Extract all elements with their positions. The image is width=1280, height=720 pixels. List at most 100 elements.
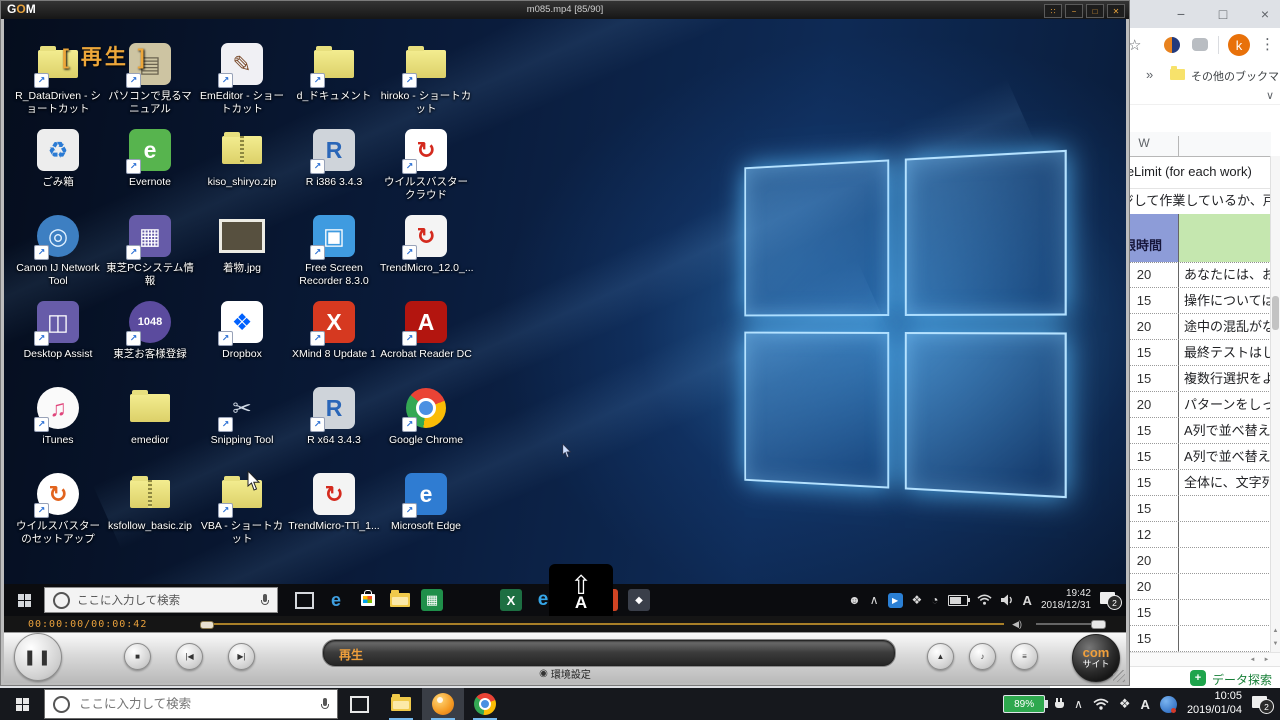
- sheet-cell-text[interactable]: A列で並べ替えする: [1184, 444, 1271, 469]
- shortcut-arrow-icon: ↗: [34, 417, 49, 432]
- taskbar-search-box[interactable]: [44, 689, 338, 719]
- notification-center-icon[interactable]: 2: [1252, 696, 1272, 712]
- sheet-cell-text[interactable]: 全体に、文字列の: [1184, 470, 1271, 495]
- sheet-cell-text[interactable]: [1184, 626, 1271, 651]
- sheet-cell-text[interactable]: [1184, 496, 1271, 521]
- chrome-taskbar-button[interactable]: [464, 688, 506, 720]
- sheet-cell-text[interactable]: [1184, 600, 1271, 625]
- next-button[interactable]: ▶|: [228, 643, 255, 670]
- desktop-icon-label: TrendMicro-TTi_1...: [288, 520, 379, 533]
- seek-handle[interactable]: [200, 621, 214, 629]
- gom-status-text: 再生: [339, 646, 363, 663]
- seek-bar[interactable]: [214, 623, 1004, 625]
- bookmark-star-icon[interactable]: ☆: [1128, 36, 1141, 54]
- file-explorer-icon: [387, 587, 413, 613]
- wifi-icon[interactable]: [1093, 698, 1109, 711]
- extension-chat-icon[interactable]: [1192, 38, 1208, 51]
- desktop-icon-label: ウイルスバスターのセットアップ: [12, 520, 104, 545]
- sheet-cell-text[interactable]: [1184, 574, 1271, 599]
- desktop-icon-label: emedior: [131, 434, 169, 447]
- scroll-left-icon[interactable]: ◄: [1247, 655, 1258, 665]
- gom-player-window: GOM m085.mp4 [85/90] ∷ − □ ✕ ↗ R_DataDri…: [0, 0, 1130, 686]
- eject-button[interactable]: ▲: [927, 643, 954, 670]
- gom-player-taskbar-button[interactable]: [422, 688, 464, 720]
- preferences-button[interactable]: ◉ 環境設定: [539, 666, 591, 681]
- gom-menu-button[interactable]: ∷: [1044, 4, 1062, 18]
- scrollbar-thumb[interactable]: [1272, 296, 1279, 330]
- desktop-icon: ↗ ksfollow_basic.zip: [104, 471, 196, 557]
- previous-button[interactable]: |◀: [176, 643, 203, 670]
- browser-maximize-button[interactable]: □: [1212, 4, 1234, 24]
- pause-button[interactable]: ❚❚: [14, 633, 62, 681]
- explore-icon[interactable]: +: [1190, 670, 1206, 686]
- scroll-down-icon[interactable]: ▼: [1271, 639, 1280, 650]
- extension-icon[interactable]: [1164, 37, 1180, 53]
- vertical-scrollbar[interactable]: ▲ ▼: [1270, 156, 1280, 652]
- desktop-icon-label: Snipping Tool: [211, 434, 274, 447]
- stop-button[interactable]: ■: [124, 643, 151, 670]
- search-input[interactable]: [77, 696, 321, 712]
- browser-menu-icon[interactable]: ⋮: [1260, 35, 1275, 53]
- file-explorer-button[interactable]: [380, 688, 422, 720]
- sheet-cell-text[interactable]: 複数行選択をより: [1184, 366, 1271, 391]
- desktop-icon-label: EmEditor - ショートカット: [196, 90, 288, 115]
- sheet-cell-text[interactable]: あなたには、お題: [1184, 262, 1271, 287]
- gom-titlebar[interactable]: GOM m085.mp4 [85/90] ∷ − □ ✕: [1, 1, 1129, 19]
- taskbar-clock[interactable]: 10:05 2019/01/04: [1187, 690, 1242, 718]
- gom-maximize-button[interactable]: □: [1086, 4, 1104, 18]
- desktop-icon-label: ごみ箱: [42, 176, 74, 189]
- desktop-icon-label: Free Screen Recorder 8.3.0: [288, 262, 380, 287]
- task-view-button[interactable]: [338, 688, 380, 720]
- video-system-tray: ☻ ∧ ▶ ❖ ◔ A 19:42 2018/12/31: [848, 588, 1126, 613]
- notification-count: 2: [1259, 699, 1274, 714]
- volume-icon[interactable]: ◀): [1012, 619, 1022, 630]
- sheet-header-cell-green[interactable]: [1179, 214, 1271, 262]
- sheet-cell-text[interactable]: 途中の混乱がなく: [1184, 314, 1271, 339]
- desktop-icon-label: Microsoft Edge: [391, 520, 461, 533]
- desktop-icon-label: Desktop Assist: [24, 348, 93, 361]
- volume-handle[interactable]: [1091, 620, 1106, 629]
- explore-label[interactable]: データ探索: [1212, 671, 1272, 688]
- gom-seek-strip: 00:00:00/00:00:42 ◀): [4, 616, 1126, 632]
- audio-button[interactable]: ♪: [969, 643, 996, 670]
- shortcut-arrow-icon: ↗: [402, 417, 417, 432]
- desktop-icon-label: Acrobat Reader DC: [380, 348, 472, 361]
- dropbox-icon[interactable]: ❖: [1119, 696, 1131, 712]
- ime-indicator[interactable]: A: [1141, 697, 1150, 712]
- desktop-icon: ↗ d_ドキュメント: [288, 41, 380, 127]
- other-bookmarks-label[interactable]: その他のブックマーク: [1191, 68, 1280, 84]
- video-search-text: ここに入力して検索: [77, 592, 261, 608]
- shortcut-arrow-icon: ↗: [310, 159, 325, 174]
- bookmarks-overflow-icon[interactable]: »: [1146, 67, 1153, 82]
- gom-osd-status: [ 再生 ]: [62, 41, 148, 71]
- sheet-cell-text[interactable]: 最終テストはしっ: [1184, 340, 1271, 365]
- video-clock: 19:42 2018/12/31: [1041, 588, 1091, 613]
- sheet-cell-text[interactable]: パターンをしっか: [1184, 392, 1271, 417]
- browser-minimize-button[interactable]: −: [1170, 4, 1192, 24]
- sheet-cell-text[interactable]: [1184, 522, 1271, 547]
- battery-indicator[interactable]: 89%: [1003, 695, 1045, 713]
- sheet-cell-text[interactable]: [1184, 548, 1271, 573]
- desktop-icon: ▣ ↗ Free Screen Recorder 8.3.0: [288, 213, 380, 299]
- gom-close-button[interactable]: ✕: [1107, 4, 1125, 18]
- chevron-up-icon[interactable]: ∧: [1074, 697, 1083, 711]
- app-tray-icon[interactable]: [1160, 696, 1177, 713]
- resize-grip[interactable]: [1113, 670, 1125, 682]
- shortcut-arrow-icon: ↗: [34, 245, 49, 260]
- browser-close-button[interactable]: ×: [1254, 4, 1276, 24]
- sheet-cell-text[interactable]: A列で並べ替えする: [1184, 418, 1271, 443]
- scroll-up-icon[interactable]: ▲: [1271, 626, 1280, 637]
- desktop-icon: ◎ ↗ Canon IJ Network Tool: [12, 213, 104, 299]
- sheet-cell-text[interactable]: 操作についてはよ: [1184, 288, 1271, 313]
- start-button[interactable]: [0, 688, 44, 720]
- chevron-down-icon[interactable]: ∨: [1266, 89, 1274, 102]
- speaker-icon: [1001, 594, 1014, 606]
- profile-avatar[interactable]: k: [1228, 34, 1250, 56]
- video-surface[interactable]: ↗ R_DataDriven - ショートカット ▤ ↗ パソコンで見るマニュア…: [4, 19, 1126, 616]
- gom-icon: [432, 693, 454, 715]
- microphone-icon[interactable]: [321, 698, 329, 711]
- playlist-menu-button[interactable]: ≡: [1011, 643, 1038, 670]
- shortcut-arrow-icon: ↗: [126, 245, 141, 260]
- scroll-right-icon[interactable]: ►: [1261, 655, 1272, 665]
- gom-minimize-button[interactable]: −: [1065, 4, 1083, 18]
